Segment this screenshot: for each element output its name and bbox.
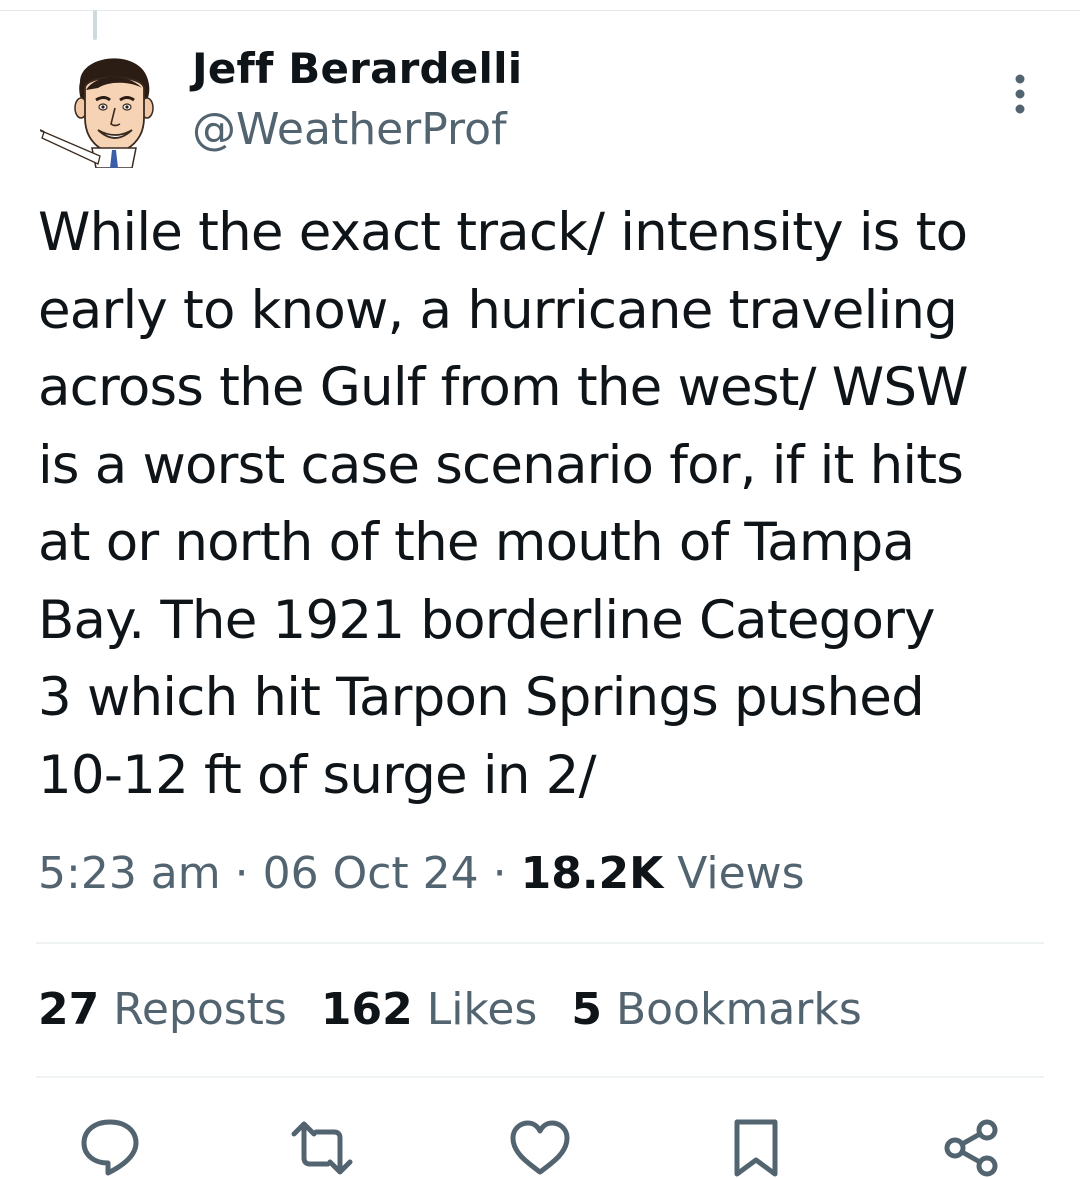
bookmark-icon (734, 1119, 778, 1177)
reposts-stat[interactable]: 27 Reposts (38, 984, 287, 1035)
author-name[interactable]: Jeff Berardelli (192, 44, 522, 93)
tweet-text: While the exact track/ intensity is to e… (38, 202, 969, 806)
repost-button[interactable] (290, 1118, 354, 1178)
stats-bottom-divider (36, 1076, 1044, 1078)
likes-label: Likes (412, 984, 538, 1035)
bookmarks-stat[interactable]: 5 Bookmarks (571, 984, 861, 1035)
more-vertical-icon (1015, 74, 1025, 114)
tweet-time[interactable]: 5:23 am (38, 848, 221, 899)
bookmark-button[interactable] (724, 1118, 788, 1178)
stats-top-divider (36, 942, 1044, 944)
engagement-stats: 27 Reposts 162 Likes 5 Bookmarks (38, 984, 896, 1035)
share-icon (944, 1119, 998, 1177)
reply-button[interactable] (78, 1118, 142, 1178)
caricature-avatar-icon (39, 58, 154, 169)
thread-connector-line (93, 10, 97, 40)
repost-icon (291, 1121, 353, 1175)
reposts-label: Reposts (99, 984, 287, 1035)
meta-separator: · (220, 848, 263, 899)
meta-separator: · (478, 848, 521, 899)
action-bar (0, 1118, 1080, 1178)
author-avatar[interactable] (39, 44, 164, 169)
like-button[interactable] (508, 1118, 572, 1178)
likes-count: 162 (320, 984, 413, 1035)
views-count: 18.2K (520, 848, 664, 899)
top-divider (0, 10, 1080, 11)
tweet-meta: 5:23 am · 06 Oct 24 · 18.2K Views (38, 848, 805, 899)
bookmarks-count: 5 (571, 984, 602, 1035)
views-label: Views (663, 848, 805, 899)
bookmarks-label: Bookmarks (601, 984, 862, 1035)
reply-icon (81, 1119, 139, 1176)
likes-stat[interactable]: 162 Likes (321, 984, 538, 1035)
reposts-count: 27 (38, 984, 100, 1035)
like-icon (510, 1120, 570, 1175)
author-handle[interactable]: @WeatherProf (192, 104, 507, 155)
share-button[interactable] (940, 1118, 1004, 1178)
tweet-date[interactable]: 06 Oct 24 (263, 848, 479, 899)
more-options-button[interactable] (1000, 70, 1040, 120)
